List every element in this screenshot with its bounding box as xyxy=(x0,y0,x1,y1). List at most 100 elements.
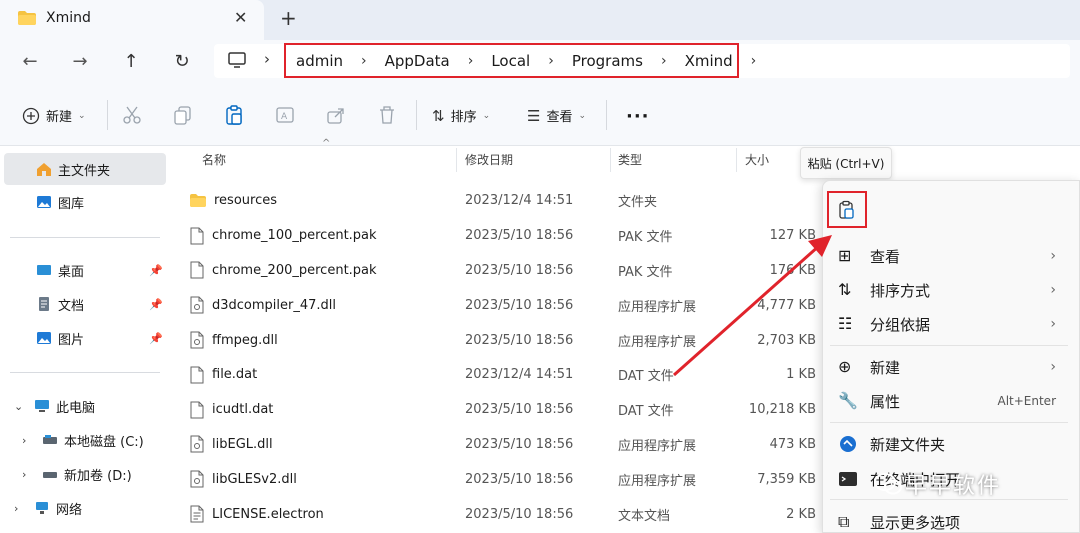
drive-icon xyxy=(43,435,57,444)
sort-button-label: 排序 xyxy=(450,110,477,125)
sidebar-item-gallery[interactable]: 图库 xyxy=(0,188,175,216)
sort-icon: ⇅ xyxy=(432,106,445,125)
breadcrumb-admin[interactable]: admin xyxy=(292,52,347,70)
wechat-icon xyxy=(874,473,902,495)
terminal-icon xyxy=(839,472,857,486)
menu-item-group-by[interactable]: ☷ 分组依据 › xyxy=(830,308,1068,340)
paste-tooltip: 粘贴 (Ctrl+V) xyxy=(800,147,892,179)
folder-icon xyxy=(18,11,36,25)
column-divider[interactable] xyxy=(456,148,457,172)
file-type: 应用程序扩展 xyxy=(618,473,697,489)
file-type: 文件夹 xyxy=(618,195,658,211)
tab-xmind[interactable]: Xmind ✕ xyxy=(0,0,264,40)
menu-item-new-folder[interactable]: 新建文件夹 xyxy=(830,428,1068,460)
sidebar-item-home[interactable]: 主文件夹 xyxy=(0,155,175,183)
menu-item-new[interactable]: ⊕ 新建 › xyxy=(830,351,1068,383)
grid-icon: ⊞ xyxy=(838,246,852,265)
view-button[interactable]: ☰ 查看 ⌄ xyxy=(527,106,586,126)
chevron-right-icon[interactable]: › xyxy=(454,53,488,69)
computer-icon xyxy=(228,52,246,68)
column-header-size[interactable]: 大小 xyxy=(745,151,769,168)
file-row[interactable]: libGLESv2.dll 2023/5/10 18:56 应用程序扩展 7,359 … xyxy=(176,462,826,497)
sidebar-item-label: 文档 xyxy=(58,298,85,314)
wrench-icon: 🔧 xyxy=(838,391,858,410)
breadcrumb: admin › AppData › Local › Programs › Xmi… xyxy=(284,43,756,78)
file-size: 10,218 KB xyxy=(748,402,816,418)
divider xyxy=(416,100,417,130)
sidebar-item-this-pc[interactable]: ⌄ 此电脑 xyxy=(0,392,175,420)
file-name-cell: chrome_200_percent.pak xyxy=(190,253,377,288)
sidebar-item-label: 主文件夹 xyxy=(58,163,111,179)
up-arrow-icon[interactable]: ↑ xyxy=(117,48,145,76)
column-header-type[interactable]: 类型 xyxy=(618,151,642,168)
file-type: 文本文档 xyxy=(618,508,671,524)
sort-button[interactable]: ⇅ 排序 ⌄ xyxy=(432,106,490,126)
dll-icon xyxy=(190,470,204,488)
breadcrumb-appdata[interactable]: AppData xyxy=(381,52,454,70)
pin-icon[interactable]: 📌 xyxy=(149,298,163,311)
divider xyxy=(107,100,108,130)
chevron-right-icon[interactable]: › xyxy=(22,434,34,447)
group-icon: ☷ xyxy=(838,314,853,333)
file-name: d3dcompiler_47.dll xyxy=(212,297,337,313)
column-header-modified[interactable]: 修改日期 xyxy=(465,151,513,168)
menu-item-sort-by[interactable]: ⇅ 排序方式 › xyxy=(830,274,1068,306)
sidebar-item-label: 图片 xyxy=(58,332,85,348)
paste-icon[interactable] xyxy=(223,104,245,126)
pin-icon[interactable]: 📌 xyxy=(149,332,163,345)
menu-item-more-options[interactable]: ⧉ 显示更多选项 xyxy=(830,506,1068,533)
divider xyxy=(10,372,160,373)
more-options-icon[interactable]: ··· xyxy=(626,106,650,127)
chevron-right-icon[interactable]: › xyxy=(647,53,681,69)
file-row[interactable]: icudtl.dat 2023/5/10 18:56 DAT 文件 10,218 KB xyxy=(176,392,826,427)
breadcrumb-programs[interactable]: Programs xyxy=(568,52,647,70)
sidebar-item-documents[interactable]: 文档 📌 xyxy=(0,290,175,318)
chevron-right-icon[interactable]: › xyxy=(22,468,34,481)
file-date: 2023/5/10 18:56 xyxy=(465,471,574,487)
sidebar-item-local-disk[interactable]: › 本地磁盘 (C:) xyxy=(0,426,175,454)
chevron-right-icon: › xyxy=(264,50,270,68)
new-button[interactable]: 新建 ⌄ xyxy=(22,106,86,125)
menu-item-view[interactable]: ⊞ 查看 › xyxy=(830,240,1068,272)
file-type: 应用程序扩展 xyxy=(618,438,697,454)
rename-icon[interactable]: A xyxy=(274,104,296,126)
plus-circle-icon xyxy=(22,107,40,124)
external-link-icon: ⧉ xyxy=(838,512,850,531)
breadcrumb-local[interactable]: Local xyxy=(487,52,534,70)
file-name-cell: chrome_100_percent.pak xyxy=(190,218,377,253)
refresh-icon[interactable]: ↻ xyxy=(168,48,196,76)
close-icon[interactable]: ✕ xyxy=(234,8,247,27)
file-row[interactable]: resources 2023/12/4 14:51 文件夹 xyxy=(176,184,826,219)
delete-icon[interactable] xyxy=(376,104,398,126)
column-divider[interactable] xyxy=(736,148,737,172)
dll-icon xyxy=(190,435,204,453)
file-name-cell: file.dat xyxy=(190,358,257,393)
sidebar-item-pictures[interactable]: 图片 📌 xyxy=(0,324,175,352)
share-icon[interactable] xyxy=(325,104,347,126)
file-name-cell: d3dcompiler_47.dll xyxy=(190,288,336,323)
chevron-right-icon[interactable]: › xyxy=(534,53,568,69)
sidebar-item-desktop[interactable]: 桌面 📌 xyxy=(0,256,175,284)
chevron-down-icon[interactable]: ⌄ xyxy=(14,400,26,413)
cut-icon[interactable] xyxy=(121,104,143,126)
back-arrow-icon[interactable]: ← xyxy=(16,48,44,76)
file-size: 7,359 KB xyxy=(757,471,816,487)
menu-item-properties[interactable]: 🔧 属性 Alt+Enter xyxy=(830,385,1068,417)
chevron-right-icon[interactable]: › xyxy=(14,502,26,515)
context-paste-button[interactable] xyxy=(827,191,867,228)
copy-icon[interactable] xyxy=(172,104,194,126)
file-row[interactable]: libEGL.dll 2023/5/10 18:56 应用程序扩展 473 KB xyxy=(176,427,826,462)
chevron-right-icon[interactable]: › xyxy=(347,53,381,69)
file-row[interactable]: LICENSE.electron 2023/5/10 18:56 文本文档 2 KB xyxy=(176,497,826,532)
new-tab-button[interactable]: + xyxy=(280,6,297,30)
divider xyxy=(830,345,1068,346)
sidebar-item-network[interactable]: › 网络 xyxy=(0,494,175,522)
breadcrumb-xmind[interactable]: Xmind xyxy=(681,52,737,70)
pin-icon[interactable]: 📌 xyxy=(149,264,163,277)
column-header-name[interactable]: 名称 xyxy=(202,151,226,168)
sidebar-item-new-volume[interactable]: › 新加卷 (D:) xyxy=(0,460,175,488)
column-divider[interactable] xyxy=(610,148,611,172)
forward-arrow-icon[interactable]: → xyxy=(66,48,94,76)
chevron-right-icon[interactable]: › xyxy=(737,53,771,69)
file-type: DAT 文件 xyxy=(618,404,674,420)
